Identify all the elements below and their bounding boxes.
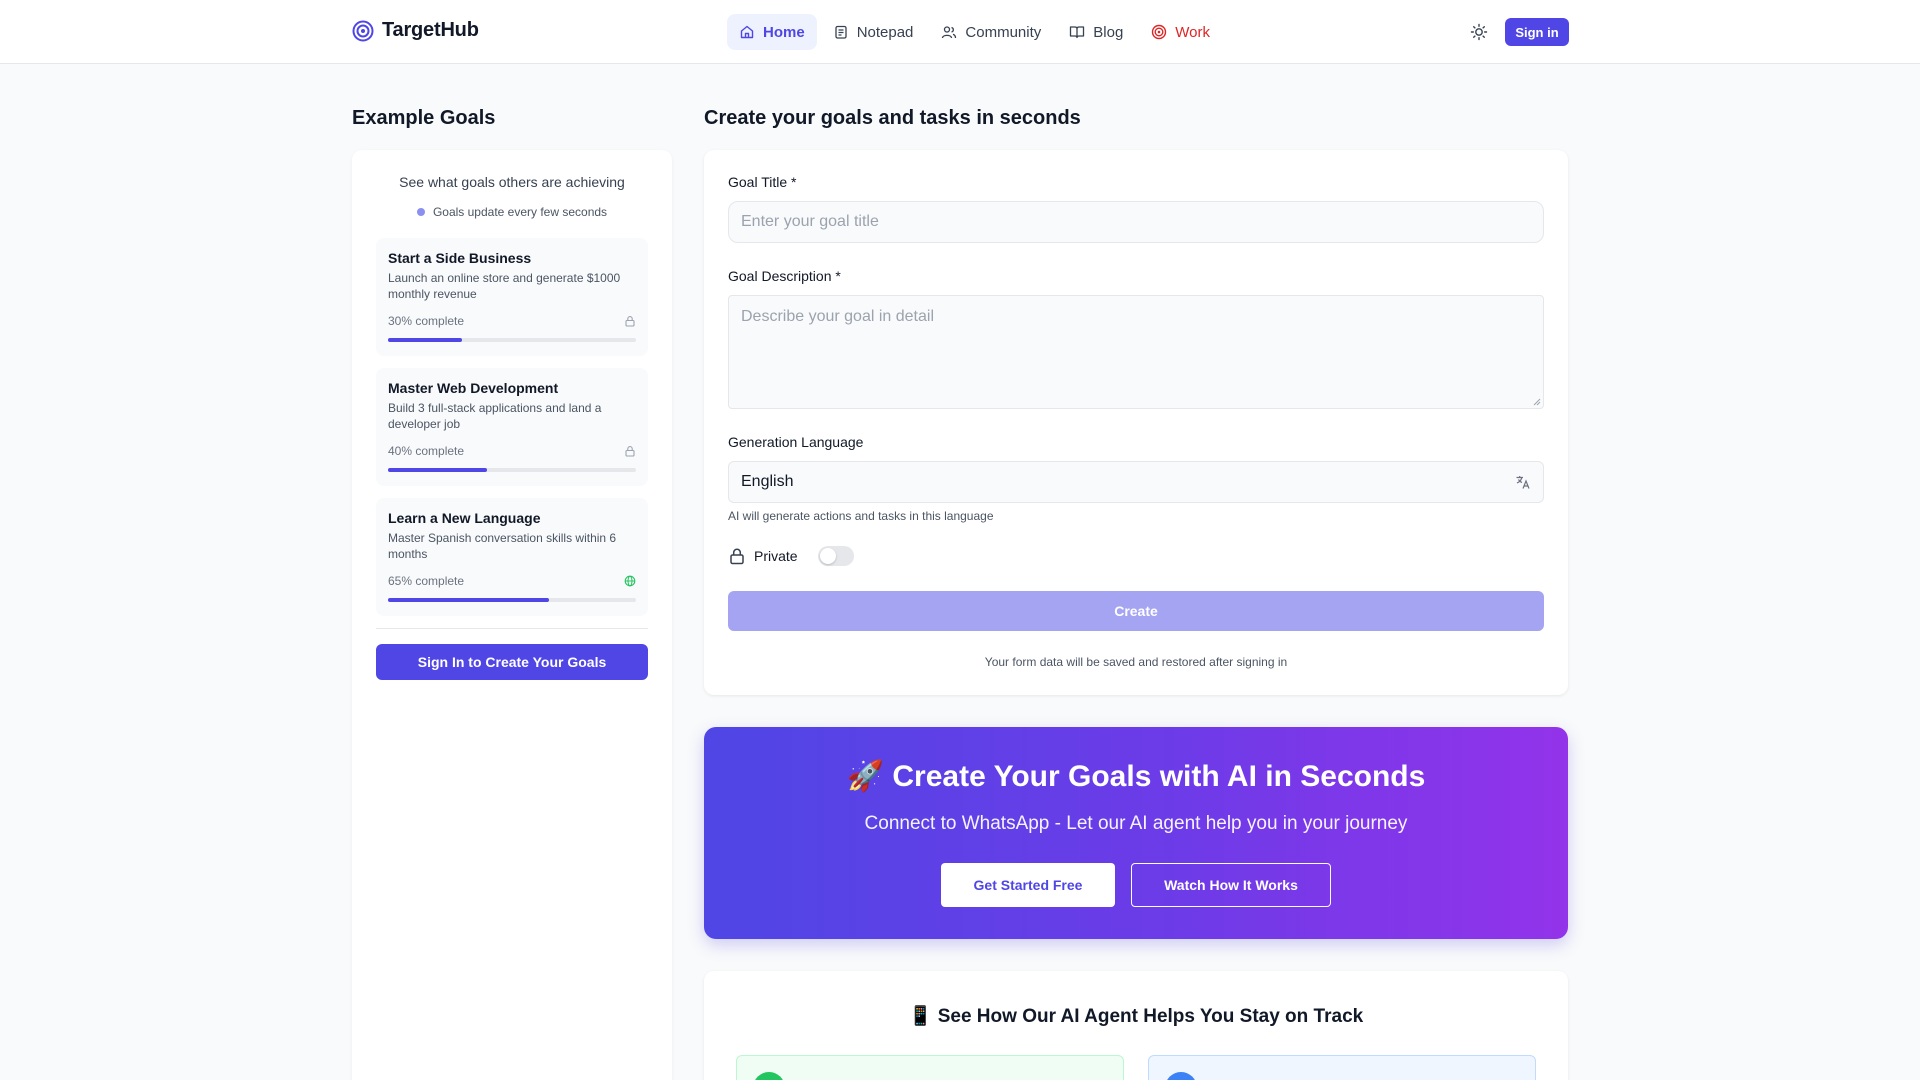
update-note: Goals update every few seconds [352,205,672,219]
goal-status: 65% complete [388,574,636,588]
goal-description-placeholder: Describe your goal in detail [741,308,934,325]
divider [376,628,648,629]
goal-progress-label: 30% complete [388,314,465,328]
notepad-icon [835,25,847,39]
goal-description-label: Goal Description * [728,268,841,284]
watch-how-button[interactable]: Watch How It Works [1131,863,1331,907]
app-name: TargetHub [382,19,479,41]
goal-form: Goal Title * Enter your goal title Goal … [704,150,1568,695]
language-select[interactable]: English [728,461,1544,503]
goal-status: 30% complete [388,314,636,328]
toggle-knob [819,548,836,564]
goal-description: Master Spanish conversation skills withi… [388,531,617,561]
goal-card[interactable]: Learn a New Language Master Spanish conv… [376,498,648,616]
goal-progress-bar [388,338,636,342]
translate-icon [1516,476,1530,489]
goal-progress-fill [388,468,488,472]
top-header: TargetHub Home Notepad Community Blog Wo… [0,0,1920,64]
resize-handle-icon[interactable] [1533,398,1541,406]
goal-progress-bar [388,598,636,602]
nav-home[interactable]: Home [727,14,817,50]
nav-community[interactable]: Community [929,14,1053,50]
create-button[interactable]: Create [728,591,1544,631]
get-started-button[interactable]: Get Started Free [941,863,1115,907]
nav-notepad[interactable]: Notepad [821,14,926,50]
goal-title-input[interactable]: Enter your goal title [728,201,1544,243]
logo[interactable]: TargetHub [352,19,479,42]
private-toggle[interactable] [817,546,854,566]
goal-description: Build 3 full-stack applications and land… [388,401,602,431]
agent-preview-card [1148,1055,1536,1080]
promo-subtitle: Connect to WhatsApp - Let our AI agent h… [864,813,1408,834]
globe-icon [624,575,636,587]
nav-work-label: Work [1175,23,1211,41]
goal-title: Start a Side Business [388,250,532,266]
nav-home-label: Home [763,23,805,41]
private-label: Private [754,548,798,564]
book-icon [1070,26,1085,39]
lock-icon [730,548,744,565]
target-logo-icon [352,20,374,41]
live-dot [416,208,425,216]
how-it-works-card: 📱 See How Our AI Agent Helps You Stay on… [704,971,1568,1080]
goal-description: Launch an online store and generate $100… [388,271,621,301]
users-icon [942,26,957,39]
update-note-text: Goals update every few seconds [432,205,608,219]
save-note: Your form data will be saved and restore… [984,655,1288,669]
goal-card[interactable]: Start a Side Business Launch an online s… [376,238,648,356]
language-value: English [741,473,794,490]
goal-description-textarea[interactable]: Describe your goal in detail [728,295,1544,409]
how-title: 📱 See How Our AI Agent Helps You Stay on… [908,1006,1364,1027]
create-goals-title: Create your goals and tasks in seconds [704,107,1081,129]
ai-promo-banner: 🚀 Create Your Goals with AI in Seconds C… [704,727,1568,939]
goal-title-label: Goal Title * [728,174,797,190]
goal-title: Learn a New Language [388,510,541,526]
theme-toggle-button[interactable] [1467,20,1491,44]
agent-avatar [1165,1072,1197,1080]
language-hint: AI will generate actions and tasks in th… [728,509,994,523]
goal-progress-bar [388,468,636,472]
home-icon [740,25,754,39]
goal-title: Master Web Development [388,380,559,396]
lock-icon [625,316,635,327]
goal-card[interactable]: Master Web Development Build 3 full-stac… [376,368,648,486]
language-label: Generation Language [728,434,864,450]
target-icon [1152,24,1167,40]
chat-preview-card [736,1055,1124,1080]
signin-to-create-button[interactable]: Sign In to Create Your Goals [376,644,648,680]
promo-title: 🚀 Create Your Goals with AI in Seconds [846,760,1426,793]
whatsapp-avatar [753,1072,785,1080]
nav-community-label: Community [965,23,1042,41]
goal-progress-fill [388,338,463,342]
goal-progress-fill [388,598,550,602]
goal-title-placeholder: Enter your goal title [741,213,879,230]
goal-progress-label: 65% complete [388,574,465,588]
goal-progress-label: 40% complete [388,444,465,458]
nav-blog[interactable]: Blog [1057,14,1135,50]
goal-status: 40% complete [388,444,636,458]
nav-work[interactable]: Work [1139,14,1222,50]
signin-button[interactable]: Sign in [1505,18,1569,46]
example-goals-subtitle: See what goals others are achieving [399,174,625,190]
example-goals-title: Example Goals [352,107,496,129]
lock-icon [625,446,635,457]
sun-icon [1470,23,1488,41]
main-nav: Home Notepad Community Blog Work [727,14,1222,50]
example-goals-panel: See what goals others are achieving Goal… [352,150,672,1080]
private-row: Private [728,546,854,566]
nav-blog-label: Blog [1093,23,1124,41]
nav-notepad-label: Notepad [856,23,914,41]
